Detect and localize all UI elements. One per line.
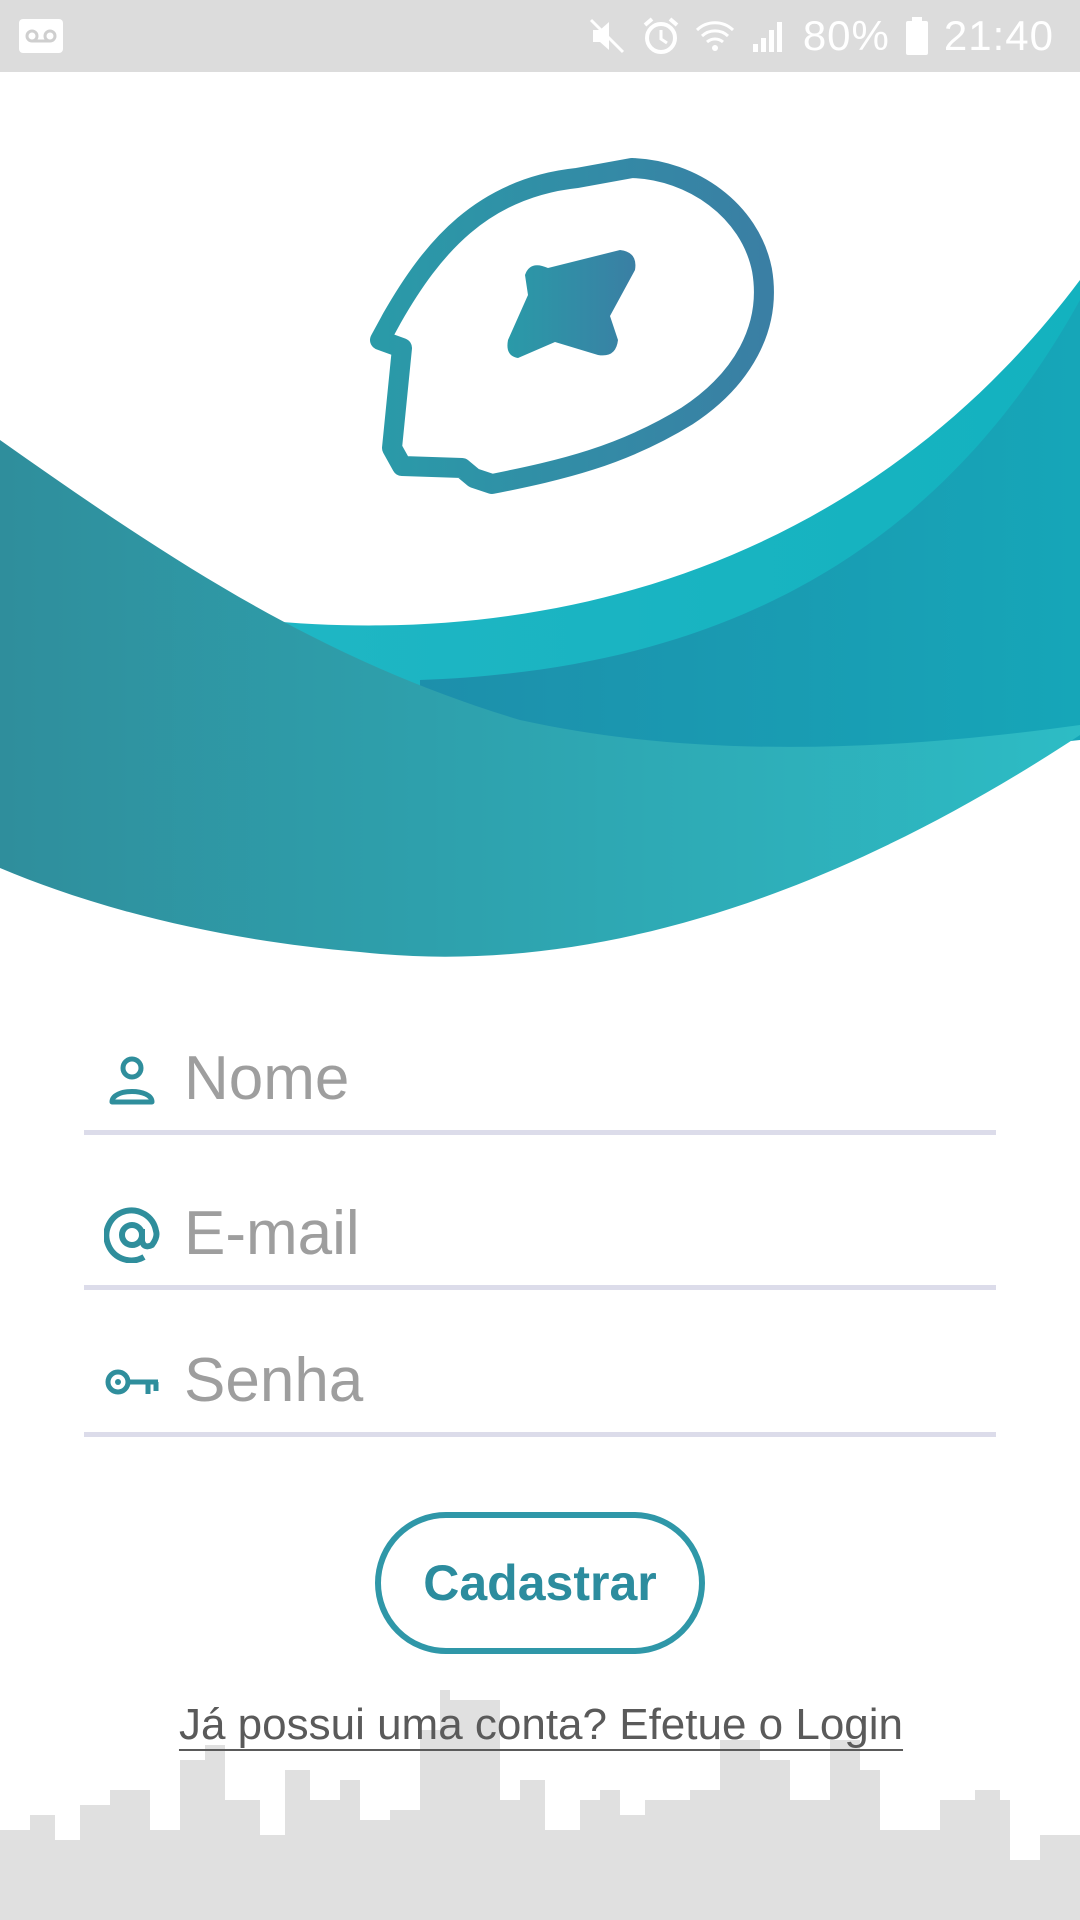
status-bar: 80% 21:40 bbox=[0, 0, 1080, 72]
register-button[interactable]: Cadastrar bbox=[375, 1512, 705, 1654]
password-input[interactable] bbox=[184, 1332, 974, 1428]
alarm-icon bbox=[643, 17, 679, 54]
battery-icon bbox=[905, 17, 928, 55]
clock: 21:40 bbox=[943, 12, 1054, 59]
login-link[interactable]: Já possui uma conta? Efetue o Login bbox=[166, 1700, 916, 1750]
name-input[interactable] bbox=[184, 1030, 974, 1126]
email-field bbox=[84, 1175, 996, 1290]
person-icon bbox=[109, 1056, 155, 1105]
signal-icon bbox=[752, 22, 782, 52]
mute-icon bbox=[589, 18, 624, 54]
password-field bbox=[84, 1322, 996, 1437]
at-sign-icon bbox=[104, 1207, 160, 1263]
key-icon bbox=[105, 1369, 159, 1395]
voicemail-icon bbox=[19, 19, 63, 53]
app-logo bbox=[370, 158, 774, 494]
register-button-label: Cadastrar bbox=[423, 1555, 657, 1611]
battery-percentage: 80% bbox=[802, 12, 890, 59]
status-icons: 80% 21:40 bbox=[587, 0, 1054, 72]
email-input[interactable] bbox=[184, 1185, 974, 1281]
hero-wave-banner bbox=[0, 158, 1080, 957]
name-field bbox=[84, 1020, 996, 1135]
wifi-icon bbox=[695, 21, 734, 51]
